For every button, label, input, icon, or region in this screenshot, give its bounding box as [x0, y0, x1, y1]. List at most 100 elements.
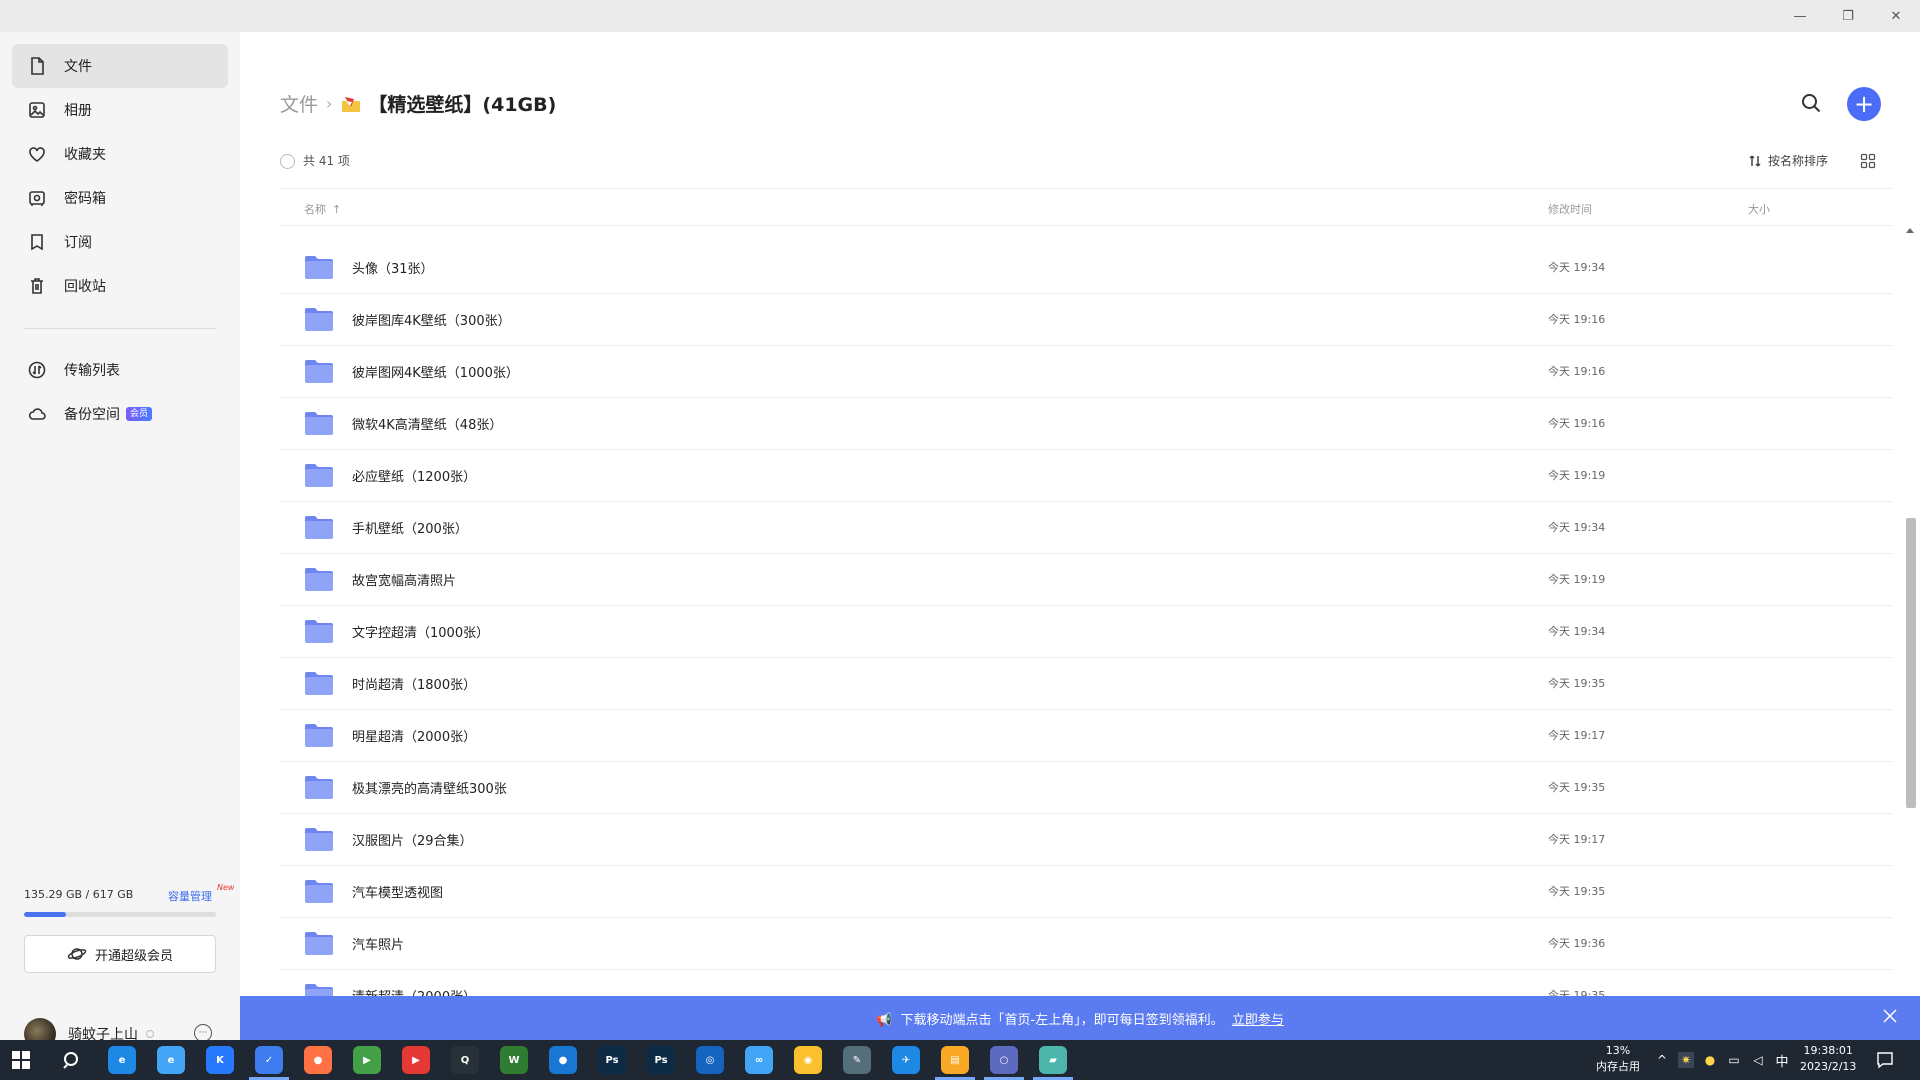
banner-close-button[interactable] — [1882, 1008, 1900, 1026]
folder-icon — [305, 724, 333, 747]
ime-indicator[interactable]: 中 — [1774, 1052, 1790, 1070]
file-name: 汉服图片（29合集） — [352, 834, 473, 849]
explorer-app[interactable]: ▤ — [941, 1046, 969, 1074]
sidebar-item-trash[interactable]: 回收站 — [12, 264, 228, 308]
memory-label: 内存占用 — [1596, 1060, 1640, 1073]
sidebar-item-safe[interactable]: 密码箱 — [12, 176, 228, 220]
file-row[interactable]: 必应壁纸（1200张） 今天 19:19 — [280, 450, 1892, 502]
bird-app-icon: ● — [558, 1054, 568, 1066]
add-button[interactable]: + — [1847, 87, 1881, 121]
edge-app[interactable]: e — [108, 1046, 136, 1074]
tray-app-icon[interactable]: ✷ — [1678, 1052, 1694, 1068]
file-row[interactable]: 彼岸图网4K壁纸（1000张） 今天 19:16 — [280, 346, 1892, 398]
windows-start-icon[interactable] — [12, 1051, 30, 1069]
file-row[interactable]: 极其漂亮的高清壁纸300张 今天 19:35 — [280, 762, 1892, 814]
photoshop-app-icon: Ps — [605, 1054, 619, 1066]
chrome-app-icon: ◉ — [803, 1054, 813, 1066]
k-app[interactable]: K — [206, 1046, 234, 1074]
video-app-icon: ▶ — [412, 1054, 420, 1066]
memory-usage[interactable]: 13% 内存占用 — [1596, 1043, 1640, 1075]
file-row[interactable]: 时尚超清（1800张） 今天 19:35 — [280, 658, 1892, 710]
tray-yellow-icon[interactable]: ● — [1702, 1052, 1718, 1068]
chrome-app[interactable]: ◉ — [794, 1046, 822, 1074]
album-icon — [26, 99, 48, 121]
file-icon — [26, 55, 48, 77]
file-row[interactable]: 汽车模型透视图 今天 19:35 — [280, 866, 1892, 918]
sidebar-item-subscribe[interactable]: 订阅 — [12, 220, 228, 264]
photoshop2-app[interactable]: Ps — [647, 1046, 675, 1074]
notepad-app[interactable]: ✓ — [255, 1046, 283, 1074]
file-modified: 今天 19:35 — [1548, 677, 1606, 690]
column-size[interactable]: 大小 — [1748, 201, 1770, 217]
qq-app[interactable]: Q — [451, 1046, 479, 1074]
notes-app[interactable]: ▰ — [1039, 1046, 1067, 1074]
breadcrumb-root[interactable]: 文件 — [280, 90, 318, 117]
bird2-app[interactable]: ✈ — [892, 1046, 920, 1074]
close-button[interactable]: ✕ — [1872, 0, 1920, 32]
open-vip-button[interactable]: 开通超级会员 — [24, 935, 216, 973]
folder-icon — [305, 256, 333, 279]
file-row[interactable]: 微软4K高清壁纸（48张） 今天 19:16 — [280, 398, 1892, 450]
volume-icon[interactable]: ◁ — [1750, 1052, 1766, 1068]
select-all-checkbox[interactable] — [280, 154, 295, 169]
tool-app[interactable]: ✎ — [843, 1046, 871, 1074]
sidebar-item-label: 传输列表 — [64, 363, 120, 379]
file-row[interactable]: 故宫宽幅高清照片 今天 19:19 — [280, 554, 1892, 606]
sidebar-item-album[interactable]: 相册 — [12, 88, 228, 132]
file-name: 彼岸图网4K壁纸（1000张） — [352, 366, 519, 381]
tray-expand-icon[interactable]: ^ — [1654, 1052, 1670, 1068]
player-app-icon: ▶ — [363, 1054, 371, 1066]
file-row[interactable]: 彼岸图库4K壁纸（300张） 今天 19:16 — [280, 294, 1892, 346]
network-icon[interactable]: ▭ — [1726, 1052, 1742, 1068]
sidebar-item-favorites[interactable]: 收藏夹 — [12, 132, 228, 176]
sidebar-item-files[interactable]: 文件 — [12, 44, 228, 88]
file-name: 彼岸图库4K壁纸（300张） — [352, 314, 511, 329]
firefox-app[interactable]: ● — [304, 1046, 332, 1074]
column-modified[interactable]: 修改时间 — [1548, 201, 1592, 217]
wechat-app[interactable]: W — [500, 1046, 528, 1074]
more-options-glyph: ··· — [198, 1027, 208, 1038]
file-row[interactable]: 文字控超清（1000张） 今天 19:34 — [280, 606, 1892, 658]
player-app[interactable]: ▶ — [353, 1046, 381, 1074]
sort-button[interactable]: 按名称排序 — [1748, 152, 1828, 169]
file-row[interactable]: 手机壁纸（200张） 今天 19:34 — [280, 502, 1892, 554]
banner-join-link[interactable]: 立即参与 — [1232, 1013, 1284, 1028]
sidebar-item-backup[interactable]: 备份空间 会员 — [12, 392, 228, 436]
file-row[interactable]: 明星超清（2000张） 今天 19:17 — [280, 710, 1892, 762]
circle-app[interactable]: ○ — [990, 1046, 1018, 1074]
file-row[interactable]: 清新超清（2000张） 今天 19:35 — [280, 970, 1892, 996]
sidebar-item-transfers[interactable]: 传输列表 — [12, 348, 228, 392]
baidu-app[interactable]: ∞ — [745, 1046, 773, 1074]
sidebar-item-label: 备份空间 — [64, 407, 120, 423]
file-name: 必应壁纸（1200张） — [352, 470, 477, 485]
video-app[interactable]: ▶ — [402, 1046, 430, 1074]
sidebar-item-label: 文件 — [64, 59, 92, 75]
sidebar-item-label: 收藏夹 — [64, 147, 106, 163]
column-name[interactable]: 名称 ↑ — [304, 201, 341, 217]
capacity-manage-link[interactable]: 容量管理 — [168, 888, 212, 904]
tool-app-icon: ✎ — [852, 1054, 862, 1066]
file-row[interactable]: 汉服图片（29合集） 今天 19:17 — [280, 814, 1892, 866]
file-row[interactable]: 头像（31张） 今天 19:34 — [280, 242, 1892, 294]
scrollbar[interactable] — [1904, 228, 1918, 996]
grid-view-button[interactable] — [1860, 153, 1876, 169]
clock[interactable]: 19:38:01 2023/2/13 — [1800, 1043, 1856, 1075]
taskbar-search-icon[interactable] — [62, 1050, 82, 1070]
folder-icon — [305, 672, 333, 695]
file-modified: 今天 19:19 — [1548, 469, 1606, 482]
scroll-up-icon[interactable] — [1906, 228, 1914, 233]
browser-app[interactable]: ◎ — [696, 1046, 724, 1074]
photoshop-app[interactable]: Ps — [598, 1046, 626, 1074]
notification-icon[interactable] — [1876, 1051, 1894, 1069]
minimize-button[interactable]: — — [1776, 0, 1824, 32]
search-button[interactable] — [1800, 92, 1826, 118]
bird-app[interactable]: ● — [549, 1046, 577, 1074]
sidebar: 文件 相册 收藏夹 密码箱 订阅 回收站 传输列表 备份空间 会员 135.29… — [0, 32, 240, 1050]
item-count: 共 41 项 — [303, 154, 350, 168]
file-row[interactable]: 汽车照片 今天 19:36 — [280, 918, 1892, 970]
restore-button[interactable]: ❐ — [1824, 0, 1872, 32]
scrollbar-thumb[interactable] — [1906, 518, 1916, 808]
ie-app[interactable]: e — [157, 1046, 185, 1074]
folder-icon — [305, 932, 333, 955]
sidebar-item-label: 订阅 — [64, 235, 92, 251]
